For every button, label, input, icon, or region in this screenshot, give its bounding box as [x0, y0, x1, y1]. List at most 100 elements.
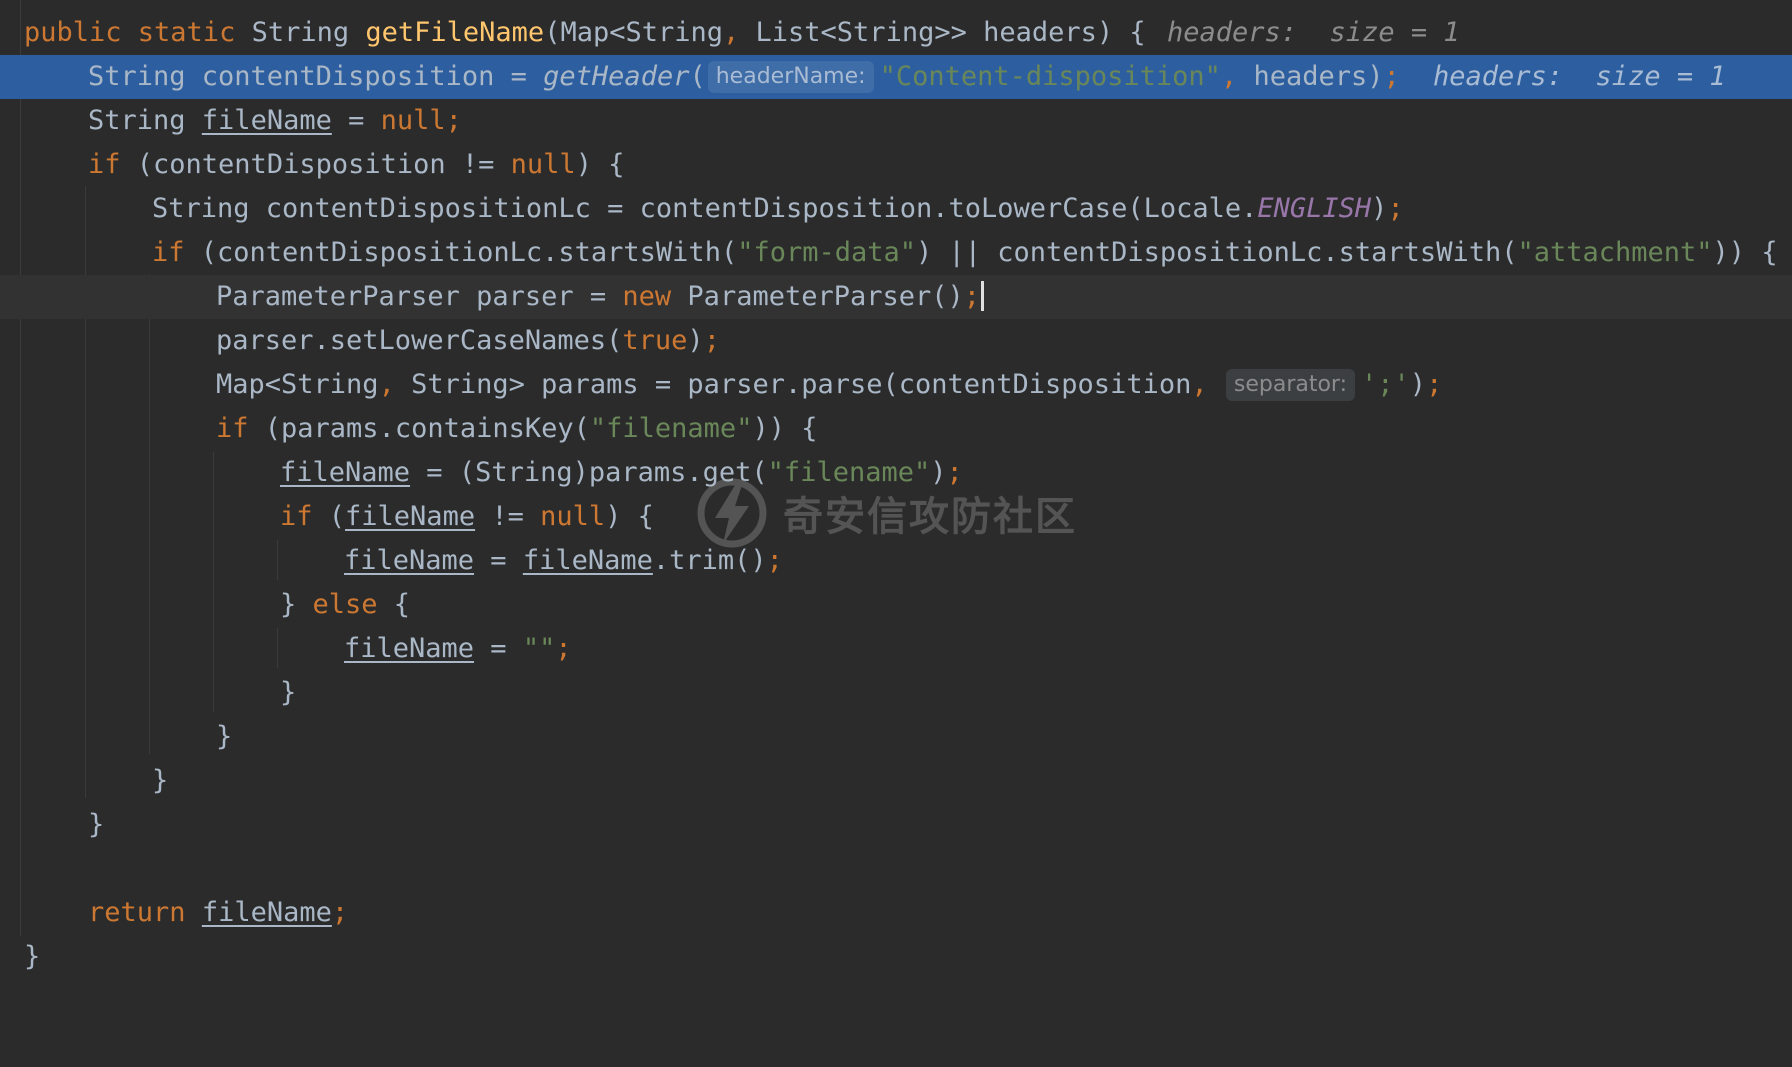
code-token: ; [1383, 61, 1400, 92]
code-token: = [474, 545, 523, 576]
code-line-method-signature[interactable]: public static String getFileName(Map<Str… [0, 11, 1792, 55]
parameter-hint: separator: [1225, 369, 1356, 401]
code-token: null [540, 501, 606, 532]
code-token: (contentDispositionLc.startsWith( [184, 237, 738, 268]
code-line[interactable]: } [0, 759, 1792, 803]
code-token: if [88, 149, 121, 180]
code-token: )) { [752, 413, 818, 444]
string-literal: "filename" [589, 413, 753, 444]
variable-token: fileName [522, 545, 653, 576]
code-line[interactable]: parser.setLowerCaseNames(true); [0, 319, 1792, 363]
code-line[interactable]: fileName = (String)params.get("filename"… [0, 451, 1792, 495]
code-token: String contentDisposition = [88, 61, 544, 92]
code-token: .trim() [652, 545, 767, 576]
code-line[interactable]: } [0, 935, 1792, 979]
string-literal: "Content-disposition" [879, 61, 1221, 92]
code-token: ; [963, 281, 981, 312]
code-token: } [24, 941, 41, 972]
code-token: = (String)params.get( [410, 457, 768, 488]
code-token: ; [555, 633, 572, 664]
method-call-token: getHeader [543, 61, 690, 92]
code-token: , [378, 369, 395, 400]
code-token: parser.setLowerCaseNames( [216, 325, 623, 356]
code-token: true [622, 325, 688, 356]
code-line-execution-point[interactable]: String contentDisposition = getHeader(he… [0, 55, 1792, 99]
code-token: (params.containsKey( [248, 413, 590, 444]
variable-token: fileName [344, 545, 475, 576]
text-caret [981, 281, 985, 311]
code-line[interactable]: } [0, 715, 1792, 759]
code-token: } [216, 721, 233, 752]
code-token: null [510, 149, 576, 180]
code-line[interactable]: if (contentDisposition != null) { [0, 143, 1792, 187]
string-literal: "form-data" [737, 237, 917, 268]
code-token: return [88, 897, 186, 928]
code-token: != [475, 501, 541, 532]
code-line[interactable]: Map<String, String> params = parser.pars… [0, 363, 1792, 407]
code-line[interactable]: if (contentDispositionLc.startsWith("for… [0, 231, 1792, 275]
code-line-current[interactable]: ParameterParser parser = new ParameterPa… [0, 275, 1792, 319]
code-token: (Map<String [544, 17, 723, 48]
code-token: String [88, 105, 202, 136]
code-line[interactable]: } else { [0, 583, 1792, 627]
code-token: ( [312, 501, 346, 532]
code-line[interactable]: String fileName = null; [0, 99, 1792, 143]
code-line[interactable]: fileName = ""; [0, 627, 1792, 671]
constant-token: ENGLISH [1257, 193, 1372, 224]
code-token: ) [1371, 193, 1388, 224]
code-token: headers) [1237, 61, 1384, 92]
code-line[interactable]: if (params.containsKey("filename")) { [0, 407, 1792, 451]
code-token: )) { [1712, 237, 1778, 268]
code-token: List<String>> headers) { [739, 17, 1146, 48]
code-line[interactable]: fileName = fileName.trim(); [0, 539, 1792, 583]
code-token: ( [689, 61, 706, 92]
code-token: ) [1409, 369, 1427, 400]
variable-token: fileName [201, 105, 332, 136]
code-token: ; [1426, 369, 1443, 400]
code-token: Map<String [216, 369, 379, 400]
variable-token: fileName [201, 897, 332, 928]
code-token: } [88, 809, 105, 840]
variable-token: fileName [280, 457, 411, 488]
parameter-hint: headerName: [707, 61, 874, 93]
code-token: new [622, 281, 672, 312]
code-token: String contentDispositionLc = contentDis… [152, 193, 1258, 224]
code-token: ) { [575, 149, 625, 180]
code-token: if [280, 501, 313, 532]
code-token: ; [1387, 193, 1404, 224]
code-token: (contentDisposition != [120, 149, 511, 180]
code-line[interactable]: } [0, 671, 1792, 715]
code-line[interactable]: return fileName; [0, 891, 1792, 935]
string-literal: "" [522, 633, 556, 664]
code-token: null; [380, 105, 462, 136]
code-token: public static [24, 17, 236, 48]
code-token: if [216, 413, 249, 444]
code-line[interactable]: if (fileName != null) { [0, 495, 1792, 539]
code-token: ) { [605, 501, 654, 532]
code-token: } [280, 589, 313, 620]
code-token: ) || contentDispositionLc.startsWith( [916, 237, 1518, 268]
code-token: String> params = parser.parse(contentDis… [394, 369, 1192, 400]
variable-token: fileName [345, 501, 476, 532]
code-line[interactable]: } [0, 803, 1792, 847]
code-editor[interactable]: public static String getFileName(Map<Str… [0, 0, 1792, 1008]
code-token: } [280, 677, 297, 708]
code-token: if [152, 237, 185, 268]
code-token: , [1220, 61, 1238, 92]
code-token: else [312, 589, 378, 620]
debug-inline-value: headers: size = 1 [1167, 17, 1460, 48]
code-token: ParameterParser parser = [216, 281, 623, 312]
code-line[interactable]: String contentDispositionLc = contentDis… [0, 187, 1792, 231]
code-line-empty[interactable] [0, 847, 1792, 891]
code-token: = [331, 105, 381, 136]
code-token: String [235, 17, 366, 48]
string-literal: "attachment" [1517, 237, 1713, 268]
code-token: ) [930, 457, 947, 488]
code-token: { [377, 589, 411, 620]
code-token: , [1191, 369, 1208, 400]
code-token: , [723, 17, 740, 48]
method-name-token: getFileName [365, 17, 545, 48]
code-token: = [474, 633, 523, 664]
code-token: ; [766, 545, 783, 576]
debug-inline-value: headers: size = 1 [1433, 61, 1726, 92]
